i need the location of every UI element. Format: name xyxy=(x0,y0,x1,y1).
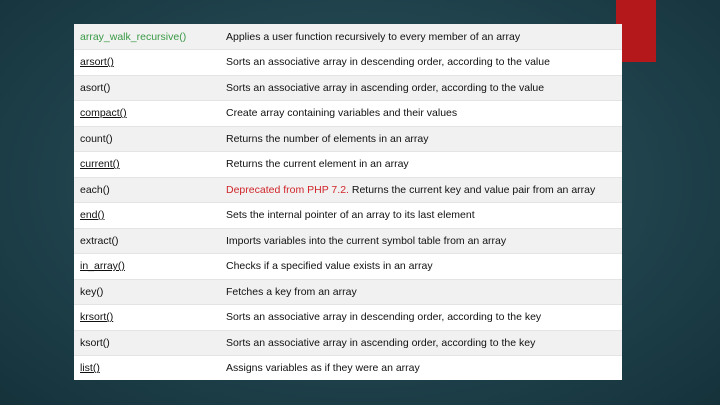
function-name: array_walk_recursive() xyxy=(80,30,187,43)
function-description: Sorts an associative array in descending… xyxy=(226,56,550,69)
description-cell: Applies a user function recursively to e… xyxy=(216,24,622,50)
description-cell: Create array containing variables and th… xyxy=(216,100,622,127)
function-link[interactable]: end() xyxy=(80,209,105,221)
function-table-panel: array_walk_recursive() Applies a user fu… xyxy=(74,24,622,380)
function-link[interactable]: list() xyxy=(80,362,100,374)
function-name-cell: array_walk_recursive() xyxy=(74,24,216,50)
function-name: ksort() xyxy=(80,336,110,349)
description-cell: Sorts an associative array in ascending … xyxy=(216,75,622,101)
table-row: each() Deprecated from PHP 7.2. Returns … xyxy=(74,177,622,203)
function-name-cell: extract() xyxy=(74,228,216,254)
function-name-cell: arsort() xyxy=(74,49,216,76)
table-row: compact() Create array containing variab… xyxy=(74,100,622,127)
deprecated-notice: Deprecated from PHP 7.2. xyxy=(226,183,349,196)
function-name-cell: key() xyxy=(74,279,216,305)
function-description: Returns the current element in an array xyxy=(226,158,409,171)
function-description: Sorts an associative array in descending… xyxy=(226,311,542,324)
description-cell: Returns the number of elements in an arr… xyxy=(216,126,622,152)
function-description: Fetches a key from an array xyxy=(226,285,357,298)
function-description: Returns the number of elements in an arr… xyxy=(226,132,429,145)
description-cell: Imports variables into the current symbo… xyxy=(216,228,622,254)
function-description: Create array containing variables and th… xyxy=(226,107,458,120)
table-row: current() Returns the current element in… xyxy=(74,151,622,178)
description-cell: Assigns variables as if they were an arr… xyxy=(216,355,622,380)
description-cell: Fetches a key from an array xyxy=(216,279,622,305)
table-row: key() Fetches a key from an array xyxy=(74,279,622,305)
function-description: Applies a user function recursively to e… xyxy=(226,30,521,43)
function-name: count() xyxy=(80,132,113,145)
table-row: end() Sets the internal pointer of an ar… xyxy=(74,202,622,229)
function-name-cell: in_array() xyxy=(74,253,216,280)
function-name-cell: compact() xyxy=(74,100,216,127)
table-row: extract() Imports variables into the cur… xyxy=(74,228,622,254)
table-row: count() Returns the number of elements i… xyxy=(74,126,622,152)
description-cell: Checks if a specified value exists in an… xyxy=(216,253,622,280)
function-name-cell: ksort() xyxy=(74,330,216,356)
function-link[interactable]: in_array() xyxy=(80,260,125,272)
function-name-cell: end() xyxy=(74,202,216,229)
function-name-cell: current() xyxy=(74,151,216,178)
description-cell: Sorts an associative array in ascending … xyxy=(216,330,622,356)
table-row: array_walk_recursive() Applies a user fu… xyxy=(74,24,622,50)
function-description: Sorts an associative array in ascending … xyxy=(226,336,536,349)
table-row: in_array() Checks if a specified value e… xyxy=(74,253,622,280)
function-description: Imports variables into the current symbo… xyxy=(226,234,507,247)
table-row: krsort() Sorts an associative array in d… xyxy=(74,304,622,331)
description-cell: Sorts an associative array in descending… xyxy=(216,49,622,76)
table-row: arsort() Sorts an associative array in d… xyxy=(74,49,622,76)
function-description: Checks if a specified value exists in an… xyxy=(226,260,433,273)
function-name: key() xyxy=(80,285,104,298)
function-name-cell: each() xyxy=(74,177,216,203)
table-row: asort() Sorts an associative array in as… xyxy=(74,75,622,101)
function-link[interactable]: krsort() xyxy=(80,311,113,323)
function-table: array_walk_recursive() Applies a user fu… xyxy=(74,24,622,380)
table-row: list() Assigns variables as if they were… xyxy=(74,355,622,380)
function-link[interactable]: current() xyxy=(80,158,120,170)
function-name: asort() xyxy=(80,81,111,94)
function-name-cell: list() xyxy=(74,355,216,380)
function-name: each() xyxy=(80,183,110,196)
description-cell: Sets the internal pointer of an array to… xyxy=(216,202,622,229)
function-link[interactable]: compact() xyxy=(80,107,127,119)
function-name-cell: krsort() xyxy=(74,304,216,331)
description-cell: Deprecated from PHP 7.2. Returns the cur… xyxy=(216,177,622,203)
accent-bar xyxy=(616,0,656,62)
function-description: Returns the current key and value pair f… xyxy=(348,183,596,196)
description-cell: Returns the current element in an array xyxy=(216,151,622,178)
description-cell: Sorts an associative array in descending… xyxy=(216,304,622,331)
function-description: Sorts an associative array in ascending … xyxy=(226,81,545,94)
function-name-cell: asort() xyxy=(74,75,216,101)
function-name-cell: count() xyxy=(74,126,216,152)
function-link[interactable]: arsort() xyxy=(80,56,114,68)
function-description: Assigns variables as if they were an arr… xyxy=(226,362,420,375)
function-name: extract() xyxy=(80,234,119,247)
function-description: Sets the internal pointer of an array to… xyxy=(226,209,475,222)
table-row: ksort() Sorts an associative array in as… xyxy=(74,330,622,356)
